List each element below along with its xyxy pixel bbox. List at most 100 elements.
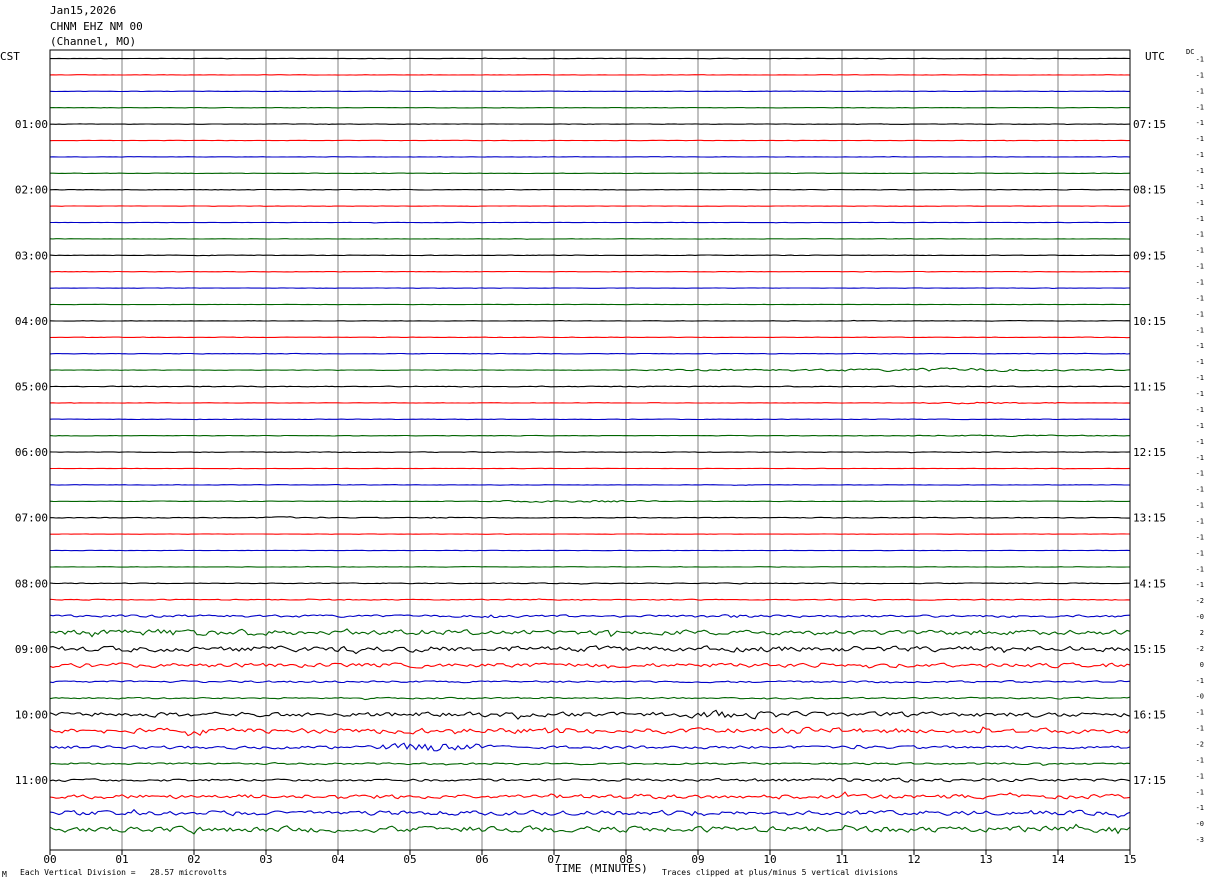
right-hour-label: 12:15 bbox=[1133, 446, 1166, 459]
left-hour-label: 07:00 bbox=[15, 512, 48, 525]
trace-line bbox=[49, 614, 1131, 619]
right-hour-label: 14:15 bbox=[1133, 577, 1166, 590]
x-tick-label: 09 bbox=[691, 853, 704, 866]
dc-offset-label: -0 bbox=[1196, 613, 1204, 621]
left-hour-label: 06:00 bbox=[15, 446, 48, 459]
right-hour-label: 08:15 bbox=[1133, 184, 1166, 197]
dc-offset-label: -2 bbox=[1196, 645, 1204, 653]
trace-line bbox=[50, 221, 1130, 224]
clip-note: Traces clipped at plus/minus 5 vertical … bbox=[662, 868, 899, 877]
trace-line bbox=[49, 188, 1131, 191]
trace-line bbox=[49, 742, 1131, 752]
trace-line bbox=[50, 549, 1131, 552]
trace-line bbox=[49, 434, 1130, 438]
dc-offset-label: -1 bbox=[1196, 310, 1204, 318]
dc-offset-label: -1 bbox=[1196, 326, 1204, 334]
dc-offset-label: -1 bbox=[1196, 342, 1204, 350]
dc-label: DC bbox=[1186, 48, 1195, 56]
left-hour-label: 08:00 bbox=[15, 577, 48, 590]
trace-line bbox=[49, 139, 1131, 142]
x-tick-label: 00 bbox=[43, 853, 56, 866]
x-tick-label: 03 bbox=[259, 853, 272, 866]
x-axis-title: TIME (MINUTES) bbox=[555, 862, 648, 875]
footer-marker: M bbox=[2, 870, 7, 879]
trace-line bbox=[49, 808, 1131, 819]
dc-offset-label: 2 bbox=[1200, 629, 1204, 637]
right-hour-label: 15:15 bbox=[1133, 643, 1166, 656]
trace-line bbox=[49, 467, 1131, 470]
dc-offset-label: -1 bbox=[1196, 358, 1204, 366]
trace-line bbox=[49, 582, 1130, 585]
trace-line bbox=[50, 533, 1130, 535]
dc-offset-label: -1 bbox=[1196, 772, 1204, 780]
trace-line bbox=[49, 155, 1131, 158]
trace-line bbox=[50, 516, 1130, 519]
trace-line bbox=[49, 709, 1131, 720]
dc-offset-label: -1 bbox=[1196, 502, 1204, 510]
dc-offset-label: -1 bbox=[1196, 454, 1204, 462]
x-tick-label: 10 bbox=[763, 853, 776, 866]
trace-line bbox=[50, 123, 1131, 126]
left-hour-label: 02:00 bbox=[15, 184, 48, 197]
dc-offset-label: -1 bbox=[1196, 788, 1204, 796]
x-tick-label: 02 bbox=[187, 853, 200, 866]
dc-offset-label: -1 bbox=[1196, 247, 1204, 255]
left-hour-label: 10:00 bbox=[15, 709, 48, 722]
dc-offset-label: -1 bbox=[1196, 56, 1204, 64]
trace-line bbox=[49, 352, 1131, 355]
trace-line bbox=[50, 565, 1130, 568]
dc-offset-label: -1 bbox=[1196, 135, 1204, 143]
x-tick-label: 06 bbox=[475, 853, 488, 866]
dc-offset-label: -1 bbox=[1196, 279, 1204, 287]
left-hour-label: 09:00 bbox=[15, 643, 48, 656]
trace-line bbox=[49, 336, 1131, 339]
trace-line bbox=[49, 777, 1131, 783]
trace-line bbox=[49, 726, 1131, 737]
trace-line bbox=[49, 696, 1131, 701]
dc-offset-label: -1 bbox=[1196, 199, 1204, 207]
x-tick-label: 13 bbox=[979, 853, 992, 866]
dc-offset-label: -2 bbox=[1196, 740, 1204, 748]
x-tick-label: 14 bbox=[1051, 853, 1065, 866]
trace-line bbox=[49, 418, 1130, 421]
dc-offset-label: -1 bbox=[1196, 406, 1204, 414]
x-tick-label: 11 bbox=[835, 853, 848, 866]
right-timezone-label: UTC bbox=[1145, 50, 1165, 63]
trace-line bbox=[49, 451, 1131, 454]
trace-line bbox=[49, 598, 1131, 602]
scale-note: Each Vertical Division = 28.57 microvolt… bbox=[20, 868, 228, 877]
right-hour-label: 10:15 bbox=[1133, 315, 1166, 328]
trace-line bbox=[49, 385, 1130, 388]
dc-offset-label: -1 bbox=[1196, 119, 1204, 127]
dc-offset-label: -1 bbox=[1196, 263, 1204, 271]
trace-line bbox=[49, 628, 1131, 638]
dc-offset-label: -1 bbox=[1196, 725, 1204, 733]
dc-offset-label: -1 bbox=[1196, 581, 1204, 589]
trace-line bbox=[49, 401, 1131, 405]
dc-offset-label: -1 bbox=[1196, 438, 1204, 446]
dc-offset-label: -1 bbox=[1196, 804, 1204, 812]
x-tick-label: 15 bbox=[1123, 853, 1136, 866]
dc-offset-label: -2 bbox=[1196, 597, 1204, 605]
plot-frame bbox=[49, 49, 1131, 851]
left-hour-label: 05:00 bbox=[15, 381, 48, 394]
right-hour-label: 11:15 bbox=[1133, 381, 1166, 394]
trace-line bbox=[49, 645, 1131, 655]
trace-line bbox=[49, 106, 1131, 109]
dc-offset-label: -1 bbox=[1196, 565, 1204, 573]
seismic-traces bbox=[49, 57, 1131, 835]
dc-offset-label: 0 bbox=[1200, 661, 1204, 669]
trace-line bbox=[49, 680, 1131, 684]
right-hour-label: 09:15 bbox=[1133, 249, 1166, 262]
trace-line bbox=[49, 499, 1131, 503]
trace-line bbox=[50, 484, 1130, 486]
dc-offset-label: -1 bbox=[1196, 517, 1204, 525]
dc-offset-label: -1 bbox=[1196, 533, 1204, 541]
left-hour-label: 04:00 bbox=[15, 315, 48, 328]
dc-offset-label: -0 bbox=[1196, 693, 1204, 701]
dc-offset-label: -1 bbox=[1196, 215, 1204, 223]
left-hour-label: 01:00 bbox=[15, 118, 48, 131]
x-tick-label: 04 bbox=[331, 853, 345, 866]
axis-labels: 00 01 02 03 04 05 06 07 08 09 10 11 12 13 14 1501:0002:… bbox=[15, 56, 1204, 867]
dc-offset-label: -1 bbox=[1196, 87, 1204, 95]
